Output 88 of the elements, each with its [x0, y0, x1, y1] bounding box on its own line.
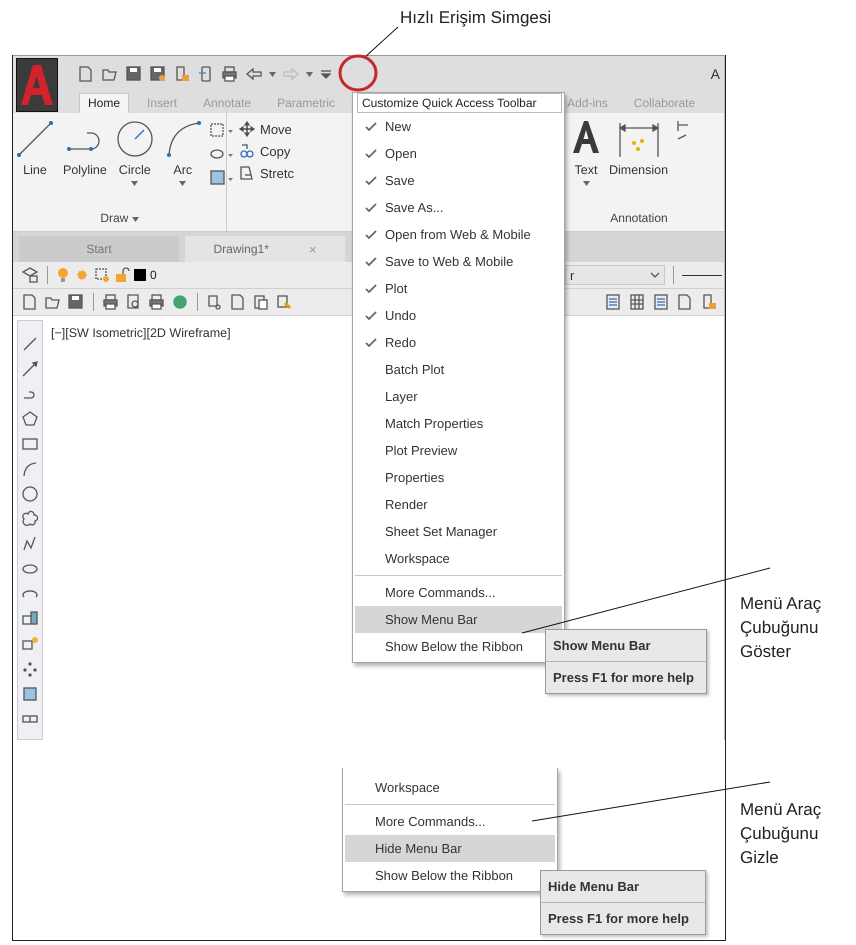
rectangle-icon[interactable] [208, 121, 235, 139]
polygon-icon[interactable] [21, 410, 39, 428]
circle-icon[interactable] [21, 485, 39, 503]
unlock-icon [114, 267, 130, 283]
tooltip-title: Hide Menu Bar [547, 878, 640, 896]
menu-item[interactable]: Plot [355, 275, 562, 302]
menu-item[interactable]: Undo [355, 302, 562, 329]
match-properties-icon[interactable] [275, 293, 293, 311]
ribbon-tool-button[interactable]: Line [13, 119, 57, 177]
arc-icon[interactable] [21, 460, 39, 478]
lightbulb-icon [56, 267, 70, 283]
menu-item[interactable]: Save [355, 167, 562, 194]
menu-item[interactable]: Render [355, 491, 562, 518]
menu-item[interactable]: Match Properties [355, 410, 562, 437]
menu-item[interactable]: Plot Preview [355, 437, 562, 464]
layer-name: 0 [150, 268, 157, 282]
ribbon-tool-button[interactable]: Circle [112, 119, 157, 186]
point-icon[interactable] [21, 660, 39, 678]
highlight-circle [338, 54, 378, 92]
tooltip-title: Show Menu Bar [552, 637, 652, 655]
menu-item[interactable]: Hide Menu Bar [345, 835, 555, 862]
circle-icon [114, 119, 155, 159]
save-as-icon[interactable] [149, 65, 167, 83]
layer-color-swatch [134, 269, 146, 281]
app-logo-icon [20, 63, 54, 107]
menu-item[interactable]: More Commands... [355, 579, 562, 606]
ribbon-tool-button[interactable]: Stretc [239, 165, 294, 181]
caret-icon[interactable] [269, 72, 276, 76]
printer-icon[interactable] [102, 293, 120, 311]
tooltip-help: Press F1 for more help [541, 902, 705, 934]
menu-item[interactable]: Layer [355, 383, 562, 410]
construction-line-icon[interactable] [21, 360, 39, 378]
hatch-icon[interactable] [208, 169, 235, 187]
menu-item[interactable]: Show Menu Bar [355, 606, 562, 633]
menu-item[interactable]: Sheet Set Manager [355, 518, 562, 545]
save-icon[interactable] [67, 293, 85, 311]
globe-icon[interactable] [171, 293, 189, 311]
move-arrows-icon [239, 121, 255, 137]
undo-icon[interactable] [245, 65, 263, 83]
ribbon-tool-button[interactable]: Copy [239, 143, 294, 159]
ribbon-tool-button[interactable]: Dimension [607, 119, 670, 177]
line-icon[interactable] [21, 335, 39, 353]
menu-item[interactable]: Save to Web & Mobile [355, 248, 562, 275]
revision-cloud-icon[interactable] [21, 510, 39, 528]
ribbon-tool-button[interactable]: Arc [160, 119, 205, 186]
callout-text: Menü Araç Çubuğunu Göster [740, 593, 822, 663]
caret-icon[interactable] [131, 181, 138, 186]
menu-item[interactable]: New [355, 113, 562, 140]
menu-item[interactable]: Workspace [355, 545, 562, 572]
caret-icon[interactable] [179, 181, 186, 186]
menu-item[interactable]: Redo [355, 329, 562, 356]
viewport-controls[interactable]: [−][SW Isometric][2D Wireframe] [51, 326, 231, 342]
callout-text: Menü Araç Çubuğunu Gizle [740, 799, 822, 869]
layer-control[interactable]: 0 [56, 267, 157, 283]
ribbon-tool-button[interactable]: Move [239, 121, 294, 137]
stretch-icon [239, 165, 255, 181]
leader-line [364, 26, 398, 58]
panel-title[interactable]: Draw [13, 207, 226, 231]
caret-icon[interactable] [582, 181, 590, 186]
printer-icon[interactable] [221, 65, 239, 83]
menu-title: Customize Quick Access Toolbar [357, 93, 562, 113]
save-icon[interactable] [125, 65, 143, 83]
layer-properties-icon[interactable] [21, 266, 39, 284]
panel-title[interactable]: Annotation [569, 207, 709, 231]
file-tab[interactable]: Drawing1* × [185, 236, 345, 262]
paste-icon[interactable] [252, 293, 270, 311]
line-icon [15, 119, 55, 159]
application-menu-button[interactable] [16, 58, 58, 112]
dropdown-caret-icon [650, 271, 660, 279]
window-title: A [710, 66, 720, 82]
menu-item[interactable]: More Commands... [345, 808, 555, 835]
caret-icon[interactable] [306, 72, 313, 76]
ribbon-tool-button[interactable]: Text [569, 119, 603, 186]
viewport-freeze-icon [94, 267, 110, 283]
ribbon-tool-button[interactable]: Polyline [61, 119, 109, 177]
linetype-dropdown[interactable]: r [565, 265, 665, 285]
menu-item[interactable]: Save As... [355, 194, 562, 221]
properties-icon[interactable] [604, 293, 622, 311]
callout-text: Hızlı Erişim Simgesi [400, 7, 552, 29]
caret-icon[interactable] [132, 217, 139, 222]
ribbon-tab[interactable]: Home [79, 93, 130, 113]
menu-item[interactable]: Properties [355, 464, 562, 491]
hatch-icon[interactable] [21, 685, 39, 703]
menu-item[interactable]: Open [355, 140, 562, 167]
menu-item[interactable]: Workspace [345, 774, 555, 801]
tooltip-help: Press F1 for more help [546, 661, 706, 693]
menu-item[interactable]: Batch Plot [355, 356, 562, 383]
menu-item[interactable]: Open from Web & Mobile [355, 221, 562, 248]
